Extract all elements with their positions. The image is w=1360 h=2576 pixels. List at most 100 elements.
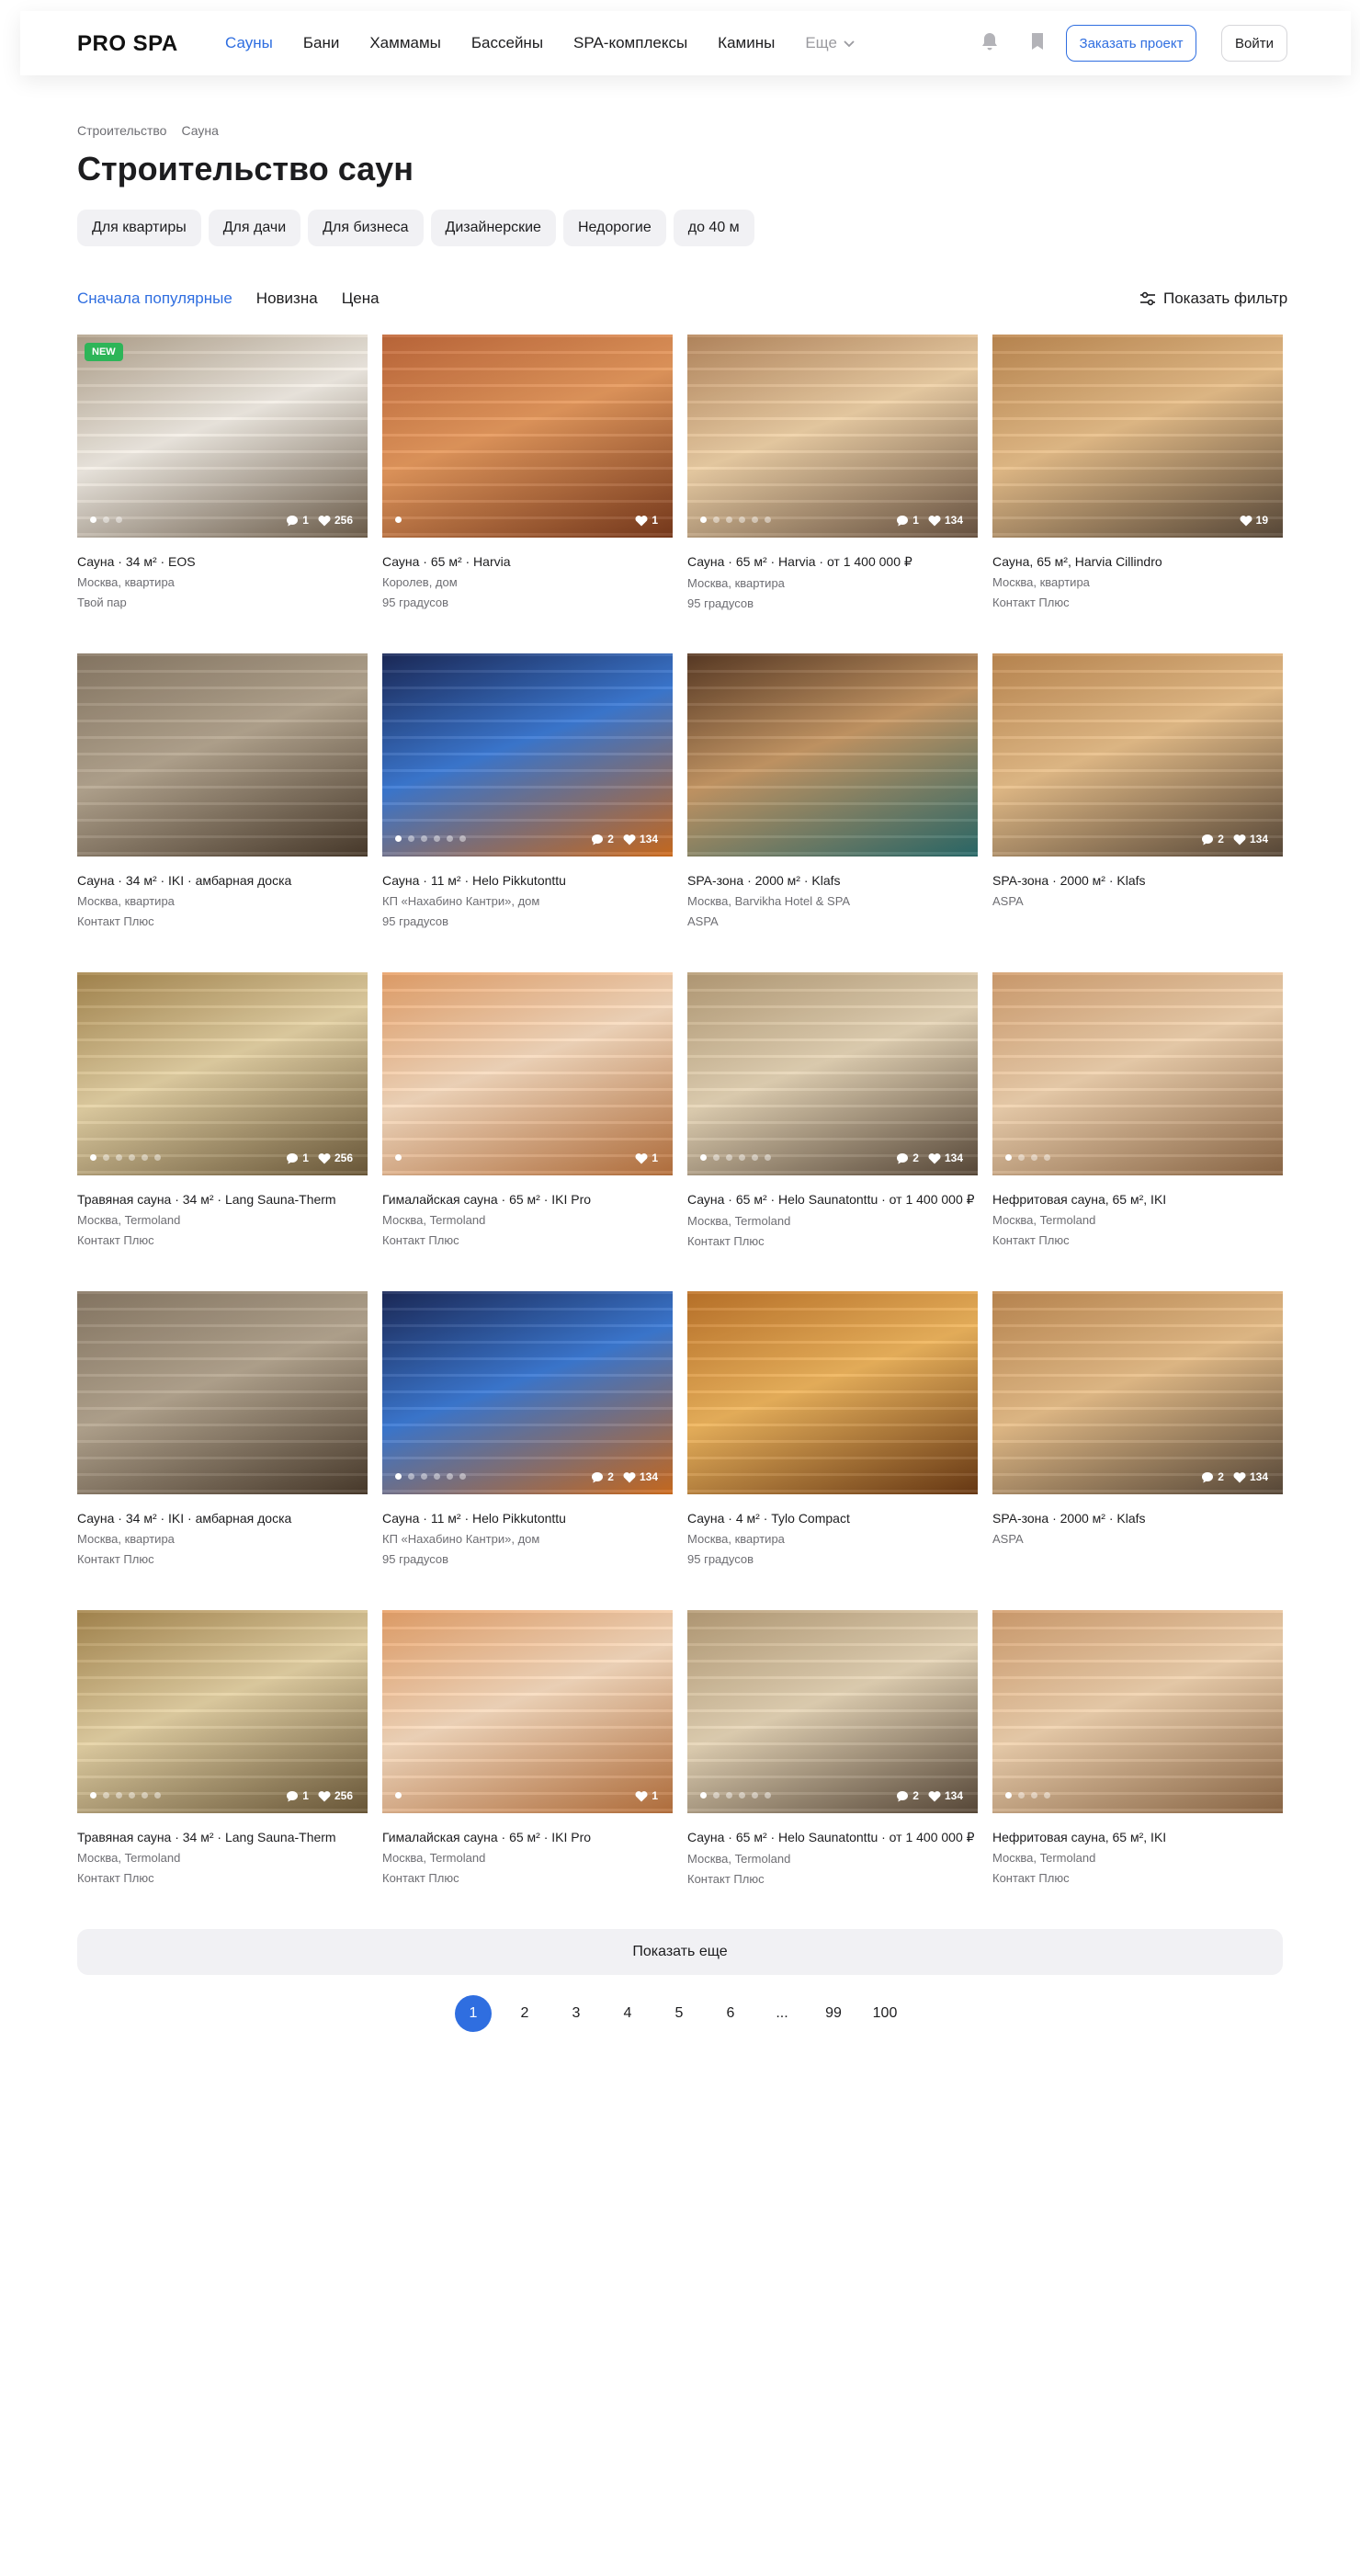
card-company[interactable]: 95 градусов (382, 914, 673, 928)
carousel-dot[interactable] (459, 1473, 466, 1480)
card-title[interactable]: Сауна · 65 м² · Harvia · от 1 400 000 ₽ (687, 554, 978, 570)
project-card[interactable]: 2 134 Сауна · 65 м² · Helo Saunatonttu · о… (687, 972, 978, 1248)
breadcrumb-item[interactable]: Строительство (77, 123, 166, 138)
carousel-dot[interactable] (434, 1473, 440, 1480)
photo-carousel-dots[interactable] (395, 1473, 466, 1480)
pagination-page[interactable]: 99 (815, 1995, 852, 2032)
carousel-dot[interactable] (447, 1473, 453, 1480)
project-photo[interactable] (77, 1291, 368, 1494)
carousel-dot[interactable] (713, 1154, 720, 1161)
project-card[interactable]: 1 Сауна · 65 м² · Harvia Королев, дом 95 гр… (382, 335, 673, 609)
carousel-dot[interactable] (752, 1154, 758, 1161)
project-card[interactable]: 2 134 Сауна · 65 м² · Helo Saunatonttu · о… (687, 1610, 978, 1886)
likes-count[interactable]: 134 (623, 1470, 658, 1483)
card-company[interactable]: Контакт Плюс (77, 1871, 368, 1885)
nav-item[interactable]: Хаммамы (369, 34, 441, 52)
card-title[interactable]: SPA-зона · 2000 м² · Klafs (992, 1511, 1283, 1526)
carousel-dot[interactable] (434, 835, 440, 842)
sort-newest[interactable]: Новизна (256, 289, 318, 308)
project-photo[interactable]: 1 (382, 1610, 673, 1813)
chip-for-business[interactable]: Для бизнеса (308, 210, 424, 246)
nav-item[interactable]: Бани (303, 34, 340, 52)
likes-count[interactable]: 1 (635, 514, 658, 527)
card-title[interactable]: Нефритовая сауна, 65 м², IKI (992, 1830, 1283, 1844)
pagination-page[interactable]: 6 (712, 1995, 749, 2032)
carousel-dot[interactable] (700, 1154, 707, 1161)
likes-count[interactable]: 1 (635, 1789, 658, 1802)
carousel-dot[interactable] (1018, 1154, 1025, 1161)
carousel-dot[interactable] (713, 1792, 720, 1799)
pagination-page[interactable]: 100 (867, 1995, 903, 2032)
carousel-dot[interactable] (1044, 1792, 1050, 1799)
card-title[interactable]: Сауна, 65 м², Harvia Cillindro (992, 554, 1283, 569)
carousel-dot[interactable] (90, 1792, 96, 1799)
likes-count[interactable]: 134 (928, 1789, 963, 1802)
card-title[interactable]: Сауна · 11 м² · Helo Pikkutonttu (382, 873, 673, 888)
likes-count[interactable]: 134 (623, 833, 658, 845)
project-photo[interactable]: 1 256 (77, 1610, 368, 1813)
project-photo[interactable]: 1 134 (687, 335, 978, 538)
card-title[interactable]: Сауна · 65 м² · Helo Saunatonttu · от 1 … (687, 1830, 978, 1845)
card-company[interactable]: Контакт Плюс (382, 1233, 673, 1247)
carousel-dot[interactable] (739, 1154, 745, 1161)
card-company[interactable]: 95 градусов (687, 596, 978, 610)
card-title[interactable]: Сауна · 34 м² · IKI · амбарная доска (77, 873, 368, 888)
chip-inexpensive[interactable]: Недорогие (562, 210, 666, 246)
card-company[interactable]: 95 градусов (382, 1552, 673, 1566)
likes-count[interactable]: 134 (928, 1152, 963, 1164)
pagination-page[interactable]: 3 (558, 1995, 595, 2032)
order-project-button[interactable]: Заказать проект (1066, 25, 1196, 62)
carousel-dot[interactable] (116, 516, 122, 523)
card-company[interactable]: Твой пар (77, 596, 368, 609)
nav-more-dropdown[interactable]: Еще (805, 34, 856, 52)
card-company[interactable]: Контакт Плюс (992, 1871, 1283, 1885)
card-title[interactable]: Сауна · 34 м² · EOS (77, 554, 368, 569)
project-card[interactable]: 19 Сауна, 65 м², Harvia Cillindro Москва, … (992, 335, 1283, 609)
show-more-button[interactable]: Показать еще (77, 1929, 1283, 1975)
bookmark-icon[interactable] (1028, 31, 1047, 51)
chip-designer[interactable]: Дизайнерские (430, 210, 556, 246)
chip-for-dacha[interactable]: Для дачи (208, 210, 301, 246)
photo-carousel-dots[interactable] (395, 1792, 402, 1799)
card-company[interactable]: Контакт Плюс (687, 1872, 978, 1886)
logo[interactable]: PRO SPA (77, 31, 178, 57)
carousel-dot[interactable] (726, 1792, 732, 1799)
project-photo[interactable]: 2 134 (992, 1291, 1283, 1494)
carousel-dot[interactable] (752, 1792, 758, 1799)
carousel-dot[interactable] (103, 516, 109, 523)
carousel-dot[interactable] (726, 1154, 732, 1161)
likes-count[interactable]: 19 (1240, 514, 1268, 527)
carousel-dot[interactable] (752, 516, 758, 523)
carousel-dot[interactable] (154, 1154, 161, 1161)
card-company[interactable]: Контакт Плюс (382, 1871, 673, 1885)
project-photo[interactable]: 2 134 (382, 653, 673, 857)
photo-carousel-dots[interactable] (700, 1792, 771, 1799)
card-title[interactable]: SPA-зона · 2000 м² · Klafs (687, 873, 978, 888)
photo-carousel-dots[interactable] (90, 1792, 161, 1799)
project-card[interactable]: 2 134 Сауна · 11 м² · Helo Pikkutonttu КП «… (382, 653, 673, 928)
project-card[interactable]: 2 134 SPA-зона · 2000 м² · Klafs ASPA (992, 653, 1283, 908)
show-filter-button[interactable]: Показать фильтр (1139, 289, 1287, 308)
project-photo[interactable] (992, 1610, 1283, 1813)
carousel-dot[interactable] (90, 516, 96, 523)
photo-carousel-dots[interactable] (1005, 1792, 1050, 1799)
carousel-dot[interactable] (142, 1154, 148, 1161)
card-title[interactable]: Травяная сауна · 34 м² · Lang Sauna-Ther… (77, 1830, 368, 1844)
photo-carousel-dots[interactable] (1005, 1154, 1050, 1161)
carousel-dot[interactable] (103, 1792, 109, 1799)
carousel-dot[interactable] (421, 1473, 427, 1480)
carousel-dot[interactable] (395, 516, 402, 523)
project-photo[interactable] (77, 653, 368, 857)
project-card[interactable]: 1 Гималайская сауна · 65 м² · IKI Pro Моск… (382, 972, 673, 1247)
carousel-dot[interactable] (116, 1792, 122, 1799)
project-card[interactable]: Сауна · 4 м² · Tylo Compact Москва, кварт… (687, 1291, 978, 1566)
carousel-dot[interactable] (395, 1792, 402, 1799)
carousel-dot[interactable] (1031, 1792, 1037, 1799)
project-card[interactable]: 1 256 Травяная сауна · 34 м² · Lang Sauna-… (77, 1610, 368, 1885)
project-photo[interactable]: 2 134 (992, 653, 1283, 857)
breadcrumb-item[interactable]: Сауна (181, 123, 218, 138)
carousel-dot[interactable] (739, 1792, 745, 1799)
card-company[interactable]: Контакт Плюс (687, 1234, 978, 1248)
carousel-dot[interactable] (739, 516, 745, 523)
carousel-dot[interactable] (713, 516, 720, 523)
